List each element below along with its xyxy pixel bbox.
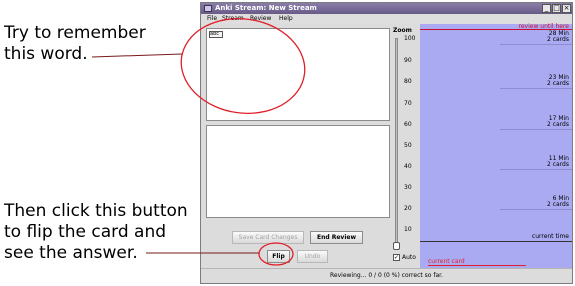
annotation-remember-word: Try to remember this word. xyxy=(4,23,146,65)
zoom-tick: 60 xyxy=(404,121,412,128)
question-panel: abc xyxy=(206,28,390,121)
timeline-tick xyxy=(500,88,572,89)
zoom-tick: 90 xyxy=(404,57,412,64)
zoom-tick: 50 xyxy=(404,142,412,149)
annotation-line: to flip the card and xyxy=(4,222,167,242)
timeline-cards: 2 cards xyxy=(547,161,569,168)
card-area: abc Save Card Changes End Review Flip Un… xyxy=(201,24,390,272)
zoom-tick: 100 xyxy=(404,35,416,42)
stream-timeline-area: Zoom 100 90 80 70 60 50 40 30 20 10 ✓ Au… xyxy=(390,24,572,268)
end-review-button[interactable]: End Review xyxy=(310,231,363,244)
timeline-group: 17 Min 2 cards xyxy=(547,116,569,128)
undo-button[interactable]: Undo xyxy=(297,250,328,263)
review-timeline: review until here 28 Min 2 cards 23 Min … xyxy=(420,24,572,268)
menu-help[interactable]: Help xyxy=(279,14,293,24)
timeline-cards: 2 cards xyxy=(547,201,569,208)
zoom-tick: 20 xyxy=(404,205,412,212)
timeline-group: 6 Min 2 cards xyxy=(547,196,569,208)
zoom-tick: 40 xyxy=(404,163,412,170)
zoom-column: Zoom 100 90 80 70 60 50 40 30 20 10 ✓ Au… xyxy=(390,24,420,268)
save-card-changes-button[interactable]: Save Card Changes xyxy=(232,231,304,244)
anki-stream-window: Anki Stream: New Stream _ □ × File Strea… xyxy=(200,2,573,284)
timeline-cards: 2 cards xyxy=(547,121,569,128)
close-icon[interactable]: × xyxy=(562,4,571,13)
timeline-group: 28 Min 2 cards xyxy=(547,31,569,43)
timeline-tick xyxy=(500,44,572,45)
annotation-line: Try to remember xyxy=(4,23,146,43)
menu-file[interactable]: File xyxy=(207,14,217,24)
timeline-tick xyxy=(500,209,572,210)
timeline-cards: 2 cards xyxy=(547,80,569,87)
annotation-line: this word. xyxy=(4,44,88,64)
timeline-cards: 2 cards xyxy=(547,36,569,43)
maximize-icon[interactable]: □ xyxy=(552,4,561,13)
zoom-slider-track[interactable] xyxy=(395,38,398,244)
auto-label: Auto xyxy=(402,254,416,261)
flip-button[interactable]: Flip xyxy=(267,250,290,263)
answer-panel xyxy=(206,125,390,218)
timeline-group: 11 Min 2 cards xyxy=(547,156,569,168)
zoom-slider-knob[interactable] xyxy=(393,242,400,250)
current-time-line xyxy=(420,241,572,242)
card-thumbnail-icon: abc xyxy=(209,31,223,38)
menu-review[interactable]: Review xyxy=(250,14,271,24)
zoom-label: Zoom xyxy=(393,27,412,34)
title-bar[interactable]: Anki Stream: New Stream _ □ × xyxy=(201,3,572,14)
annotation-click-flip: Then click this button to flip the card … xyxy=(4,201,188,264)
timeline-group: 23 Min 2 cards xyxy=(547,75,569,87)
minimize-icon[interactable]: _ xyxy=(542,4,551,13)
zoom-tick: 30 xyxy=(404,184,412,191)
zoom-tick: 10 xyxy=(404,226,412,233)
zoom-tick: 70 xyxy=(404,100,412,107)
status-bar: Reviewing... 0 / 0 (0 %) correct so far. xyxy=(201,268,572,283)
menu-bar: File Stream Review Help xyxy=(201,14,572,24)
window-title: Anki Stream: New Stream xyxy=(215,4,317,12)
timeline-tick xyxy=(500,169,572,170)
annotation-line: see the answer. xyxy=(4,243,138,263)
timeline-tick xyxy=(500,129,572,130)
menu-stream[interactable]: Stream xyxy=(222,14,244,24)
app-icon xyxy=(204,5,212,12)
auto-checkbox[interactable]: ✓ xyxy=(393,254,400,261)
zoom-tick: 80 xyxy=(404,78,412,85)
current-card-line xyxy=(428,265,526,266)
annotation-line: Then click this button xyxy=(4,201,188,221)
current-time-label: current time xyxy=(531,233,569,240)
